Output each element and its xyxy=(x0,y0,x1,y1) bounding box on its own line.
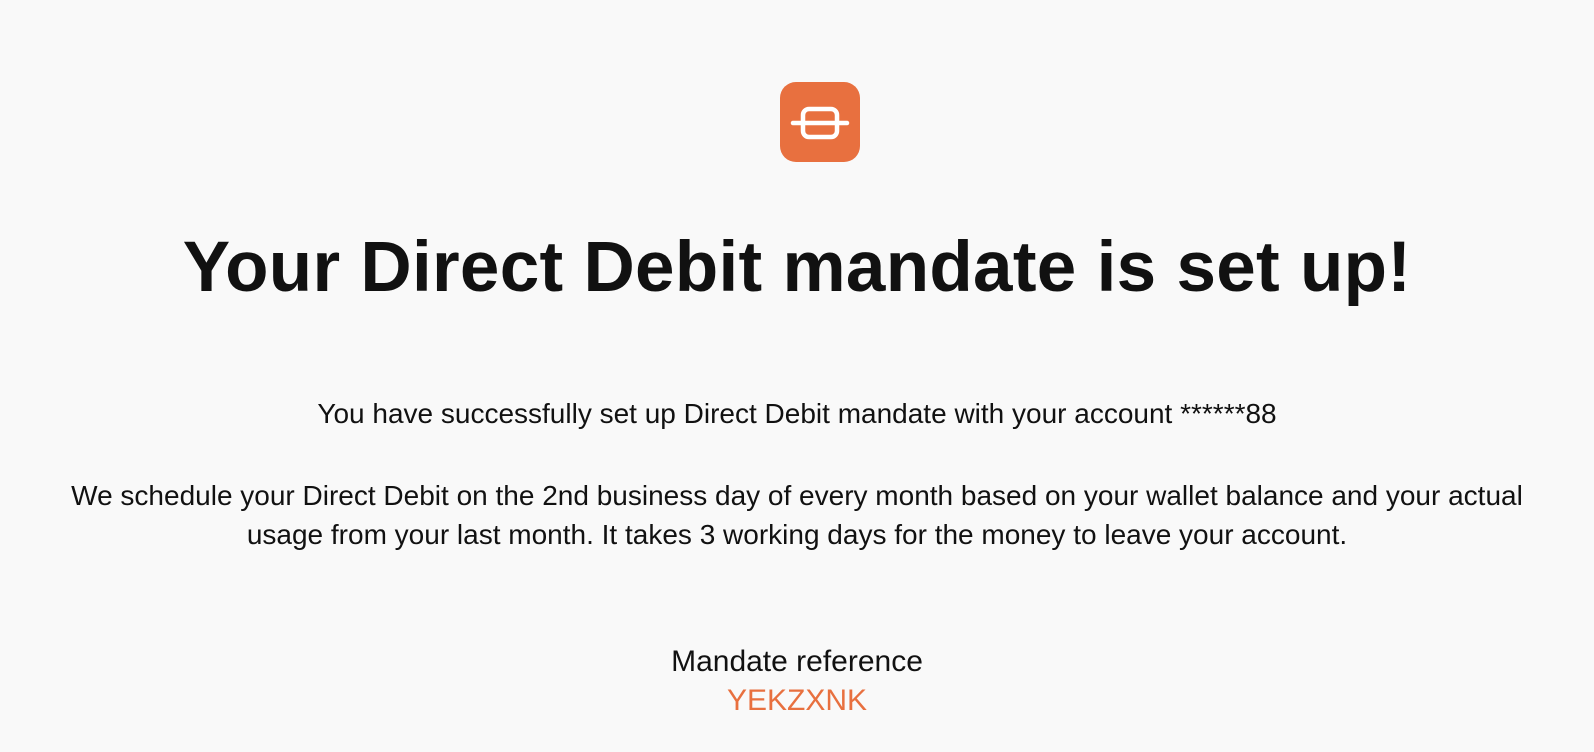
confirmation-page: Your Direct Debit mandate is set up! You… xyxy=(0,0,1594,752)
schedule-message: We schedule your Direct Debit on the 2nd… xyxy=(71,480,1523,550)
mandate-reference-label: Mandate reference xyxy=(671,645,923,678)
mandate-reference-value: YEKZXNK xyxy=(726,684,868,717)
hanger-box-icon xyxy=(790,106,850,140)
page-title: Your Direct Debit mandate is set up! xyxy=(182,228,1412,307)
success-message: You have successfully set up Direct Debi… xyxy=(317,398,1277,429)
app-logo xyxy=(780,82,860,162)
